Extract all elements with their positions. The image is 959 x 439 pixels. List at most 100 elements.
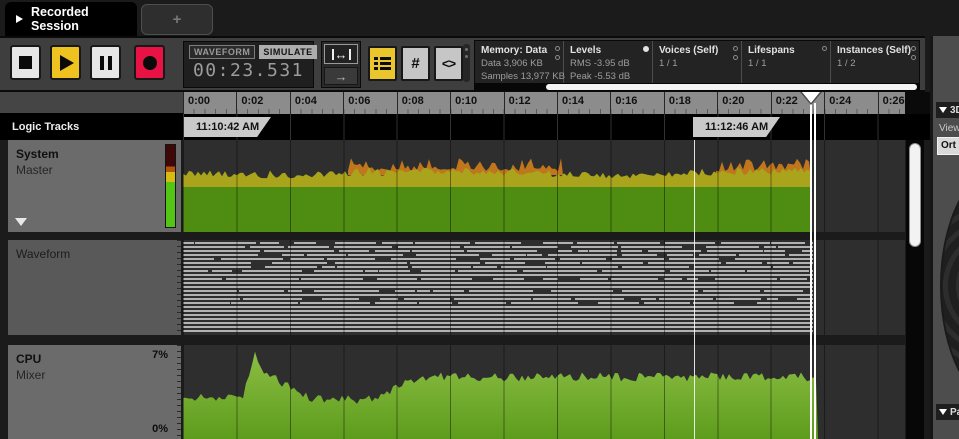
track-header-cpu[interactable]: CPU Mixer 7% 0% [8, 345, 181, 439]
stat-panel[interactable]: Lifespans1 / 1 [742, 41, 831, 88]
stat-line: Peak -5.53 dB [570, 70, 642, 83]
gridlines [183, 140, 905, 232]
stop-button[interactable] [10, 45, 41, 80]
stat-line: Samples 13,977 KB [481, 70, 553, 83]
logic-tracks-label: Logic Tracks [12, 114, 79, 140]
chevron-down-icon [939, 409, 947, 415]
panel-grip[interactable] [463, 44, 470, 82]
ruler-label: 0:24 [824, 92, 851, 114]
code-icon: <> [442, 56, 455, 71]
indicator-dot [911, 46, 916, 51]
3d-listener-sphere[interactable] [940, 168, 959, 404]
track-subtitle: Master [16, 163, 53, 177]
parameters-header[interactable]: Pa [936, 404, 959, 420]
zoom-fit-button[interactable]: ↔ [324, 44, 358, 64]
ruler-label: 0:08 [397, 92, 424, 114]
ruler-label: 0:22 [771, 92, 798, 114]
track-title: CPU [16, 352, 41, 366]
ruler-label: 0:12 [504, 92, 531, 114]
stat-indicators [643, 46, 649, 56]
track-title: Waveform [16, 247, 70, 261]
3d-preview-header-label: 3D [950, 105, 959, 116]
stat-line: 1 / 1 [748, 57, 820, 70]
track-header-system[interactable]: System Master [8, 140, 181, 232]
play-button[interactable] [50, 45, 81, 80]
transport-controls [10, 45, 165, 80]
stats-strip: Memory: DataData 3,906 KBSamples 13,977 … [474, 40, 920, 89]
plus-icon: + [173, 11, 182, 28]
scale-ticks [177, 345, 181, 439]
gridlines [183, 240, 905, 335]
grid-view-button[interactable]: # [401, 46, 430, 81]
play-icon [60, 55, 74, 71]
playhead-line[interactable] [814, 103, 816, 439]
stat-line: Data 3,906 KB [481, 57, 553, 70]
record-icon [143, 56, 157, 70]
ruler-label: 0:16 [610, 92, 637, 114]
stat-title: Lifespans [748, 44, 820, 57]
parameters-header-label: Pa [950, 407, 959, 418]
cpu-min-label: 0% [152, 423, 168, 435]
new-tab-button[interactable]: + [141, 4, 213, 35]
stat-title: Levels [570, 44, 642, 57]
zoom-controls: ↔ → [321, 41, 361, 88]
cpu-track-lane[interactable] [183, 345, 905, 439]
playhead-line[interactable] [810, 103, 812, 439]
ruler-label: 0:20 [717, 92, 744, 114]
collapse-icon[interactable] [15, 218, 27, 226]
track-subtitle: Mixer [16, 368, 45, 382]
timeline-ruler[interactable]: 0:000:020:040:060:080:100:120:140:160:18… [183, 92, 905, 114]
indicator-dot [555, 46, 560, 51]
indicator-dot [733, 55, 738, 60]
vertical-scrollbar-thumb[interactable] [909, 143, 921, 247]
stat-title: Voices (Self) [659, 44, 731, 57]
stat-line: 1 / 1 [659, 57, 731, 70]
view-mode-button[interactable]: Ort [937, 137, 959, 155]
stat-panel[interactable]: LevelsRMS -3.95 dBPeak -5.53 dB [564, 41, 653, 88]
stop-icon [19, 56, 32, 69]
list-view-button[interactable] [368, 46, 397, 81]
profiler-window: Recorded Session + WAVEFORM SIMULATE 00:… [0, 0, 959, 439]
indicator-dot [643, 46, 649, 52]
pause-button[interactable] [90, 45, 121, 80]
stats-scrollbar-thumb[interactable] [546, 84, 917, 90]
view-toggles: # <> [368, 46, 463, 81]
ruler-label: 0:14 [557, 92, 584, 114]
playhead-marker[interactable] [802, 92, 820, 103]
stat-panel[interactable]: Memory: DataData 3,906 KBSamples 13,977 … [475, 41, 564, 88]
ruler-label: 0:00 [183, 92, 210, 114]
stat-indicators [822, 46, 827, 55]
ruler-right-gap [905, 92, 930, 114]
pause-icon [100, 56, 112, 70]
mode-simulate-button[interactable]: SIMULATE [259, 45, 316, 59]
waveform-track-lane[interactable] [183, 240, 905, 335]
ruler-left-spacer [0, 92, 183, 114]
tab-recorded-session[interactable]: Recorded Session [5, 2, 137, 36]
ruler-label: 0:10 [450, 92, 477, 114]
record-button[interactable] [134, 45, 165, 80]
fit-width-icon: ↔ [332, 49, 351, 60]
code-view-button[interactable]: <> [434, 46, 463, 81]
grid-icon: # [411, 55, 419, 72]
indicator-dot [911, 55, 916, 60]
system-track-lane[interactable] [183, 140, 905, 232]
indicator-dot [555, 55, 560, 60]
stat-indicators [555, 46, 560, 64]
3d-preview-header[interactable]: 3D [936, 102, 959, 118]
session-end-marker[interactable]: 11:12:46 AM [693, 117, 780, 137]
scale-ticks [177, 240, 181, 335]
track-header-waveform[interactable]: Waveform [8, 240, 181, 335]
gridlines [183, 345, 905, 439]
mode-waveform-button[interactable]: WAVEFORM [189, 45, 255, 59]
stat-panel[interactable]: Voices (Self)1 / 1 [653, 41, 742, 88]
follow-playhead-button[interactable]: → [324, 67, 358, 85]
view-label: View [939, 123, 959, 134]
session-start-marker[interactable]: 11:10:42 AM [184, 117, 271, 137]
indicator-dot [733, 46, 738, 51]
playback-time: 00:23.531 [189, 60, 308, 81]
indicator-dot [822, 46, 827, 51]
stat-panel[interactable]: Instances (Self)1 / 2 [831, 41, 920, 88]
stat-indicators [733, 46, 738, 64]
list-icon [374, 57, 391, 70]
cpu-max-label: 7% [152, 349, 168, 361]
